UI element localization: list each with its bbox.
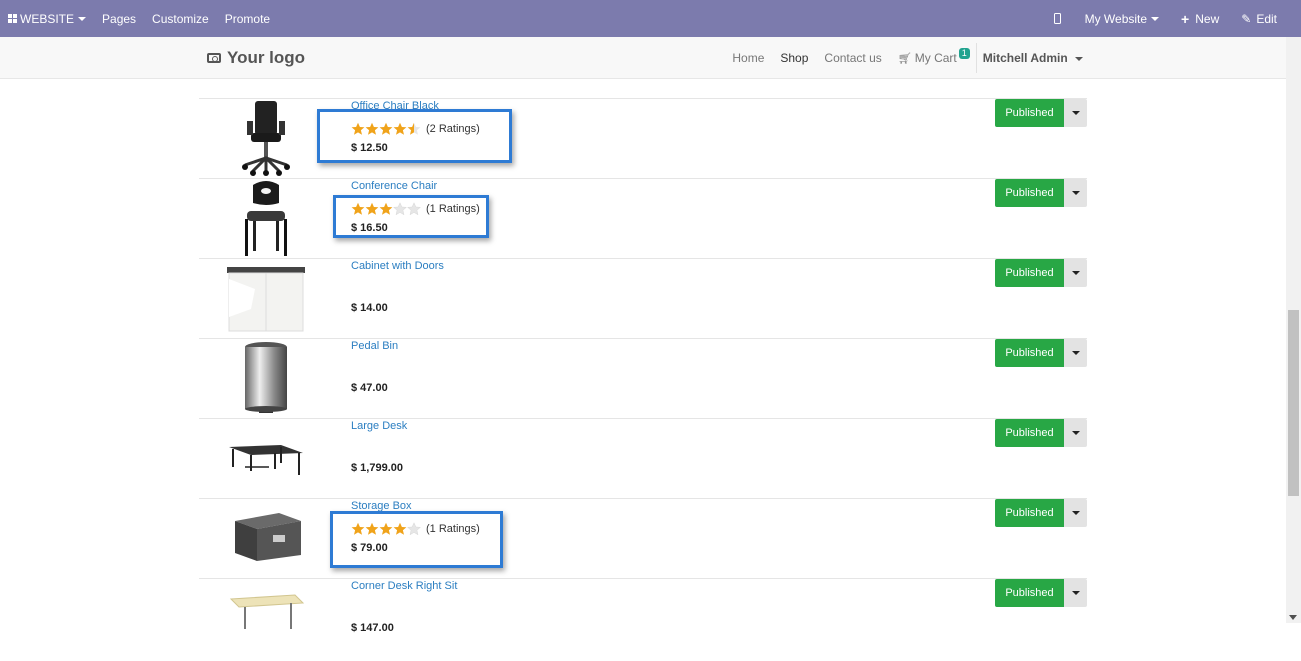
chevron-down-icon: [1071, 271, 1080, 275]
user-menu[interactable]: Mitchell Admin: [983, 51, 1083, 65]
pencil-icon: ✎: [1241, 11, 1252, 26]
product-image[interactable]: [225, 99, 307, 178]
user-name: Mitchell Admin: [982, 51, 1068, 65]
main-menu: Home Shop Contact us 🛒︎ My Cart 1 Mitchell…: [716, 37, 1083, 79]
website-navbar: Your logo Home Shop Contact us 🛒︎ My Cart…: [0, 37, 1286, 79]
website-menu[interactable]: WEBSITE: [0, 0, 94, 37]
rating-highlight-box: [330, 511, 503, 568]
product-price: $ 1,799.00: [351, 462, 403, 474]
chevron-down-icon: [1071, 591, 1080, 595]
published-button[interactable]: Published: [995, 499, 1064, 527]
chevron-down-icon: [1071, 191, 1080, 195]
product-image[interactable]: [225, 339, 307, 418]
publish-toggle-group: Published: [995, 179, 1087, 207]
promote-menu[interactable]: Promote: [217, 0, 278, 37]
published-button[interactable]: Published: [995, 579, 1064, 607]
published-button[interactable]: Published: [995, 179, 1064, 207]
product-name-link[interactable]: Pedal Bin: [351, 340, 398, 352]
mobile-phone-icon: [1053, 13, 1061, 24]
chevron-down-icon: [1071, 111, 1080, 115]
publish-dropdown-toggle[interactable]: [1064, 339, 1087, 367]
publish-dropdown-toggle[interactable]: [1064, 179, 1087, 207]
my-website-label: My Website: [1084, 11, 1148, 26]
chevron-down-icon: [1071, 351, 1080, 355]
edit-button[interactable]: ✎ Edit: [1233, 0, 1285, 37]
publish-toggle-group: Published: [995, 499, 1087, 527]
chevron-down-icon: [78, 16, 87, 21]
cart-label: My Cart: [914, 51, 957, 65]
chevron-down-icon: [1075, 56, 1083, 61]
product-row: Pedal Bin $ 47.00 Published: [199, 338, 1087, 418]
website-menu-label: WEBSITE: [20, 11, 75, 26]
published-button[interactable]: Published: [995, 419, 1064, 447]
chevron-down-icon: [1071, 431, 1080, 435]
site-logo[interactable]: Your logo: [207, 48, 305, 68]
admin-topbar: WEBSITE Pages Customize Promote My Websi…: [0, 0, 1301, 37]
publish-toggle-group: Published: [995, 419, 1087, 447]
cart-icon: 🛒︎: [897, 53, 912, 65]
chevron-down-icon: [1151, 16, 1160, 21]
pages-menu[interactable]: Pages: [94, 0, 144, 37]
publish-toggle-group: Published: [995, 579, 1087, 607]
scrollbar-thumb[interactable]: [1288, 310, 1299, 496]
camera-icon: [207, 53, 221, 63]
published-button[interactable]: Published: [995, 99, 1064, 127]
nav-divider: [975, 43, 977, 73]
mobile-preview-button[interactable]: [1046, 0, 1077, 37]
scroll-down-arrow-icon[interactable]: [1289, 615, 1297, 620]
rating-highlight-box: [317, 109, 512, 163]
product-image[interactable]: [225, 179, 307, 258]
rating-highlight-box: [333, 195, 489, 238]
chevron-down-icon: [1071, 511, 1080, 515]
product-row: Large Desk $ 1,799.00 Published: [199, 418, 1087, 498]
product-name-link[interactable]: Conference Chair: [351, 180, 437, 192]
customize-menu[interactable]: Customize: [144, 0, 217, 37]
publish-dropdown-toggle[interactable]: [1064, 499, 1087, 527]
new-button[interactable]: + New: [1173, 0, 1233, 37]
product-image[interactable]: [225, 259, 307, 338]
product-image[interactable]: [225, 579, 307, 658]
nav-home[interactable]: Home: [732, 51, 764, 65]
product-price: $ 14.00: [351, 302, 388, 314]
product-image[interactable]: [225, 499, 307, 578]
plus-icon: +: [1181, 10, 1190, 27]
product-image[interactable]: [225, 419, 307, 498]
my-website-dropdown[interactable]: My Website: [1077, 0, 1173, 37]
cart-count-badge: 1: [958, 48, 970, 59]
publish-toggle-group: Published: [995, 339, 1087, 367]
page-scrollbar[interactable]: [1286, 37, 1301, 623]
publish-dropdown-toggle[interactable]: [1064, 579, 1087, 607]
publish-dropdown-toggle[interactable]: [1064, 259, 1087, 287]
nav-my-cart[interactable]: 🛒︎ My Cart 1: [897, 48, 970, 65]
publish-dropdown-toggle[interactable]: [1064, 99, 1087, 127]
product-list: Office Chair Black (2 Ratings) $ 12.50 Pub…: [199, 98, 1087, 658]
nav-shop[interactable]: Shop: [780, 51, 808, 65]
publish-toggle-group: Published: [995, 259, 1087, 287]
apps-grid-icon: [8, 14, 17, 23]
logo-text: Your logo: [227, 48, 306, 67]
nav-contact-us[interactable]: Contact us: [824, 51, 881, 65]
edit-label: Edit: [1256, 11, 1277, 26]
product-name-link[interactable]: Corner Desk Right Sit: [351, 580, 457, 592]
product-name-link[interactable]: Large Desk: [351, 420, 407, 432]
product-name-link[interactable]: Cabinet with Doors: [351, 260, 444, 272]
publish-dropdown-toggle[interactable]: [1064, 419, 1087, 447]
published-button[interactable]: Published: [995, 259, 1064, 287]
product-row: Cabinet with Doors $ 14.00 Published: [199, 258, 1087, 338]
new-label: New: [1195, 11, 1220, 26]
product-price: $ 47.00: [351, 382, 388, 394]
published-button[interactable]: Published: [995, 339, 1064, 367]
product-price: $ 147.00: [351, 622, 394, 634]
product-row: Corner Desk Right Sit $ 147.00 Published: [199, 578, 1087, 658]
publish-toggle-group: Published: [995, 99, 1087, 127]
